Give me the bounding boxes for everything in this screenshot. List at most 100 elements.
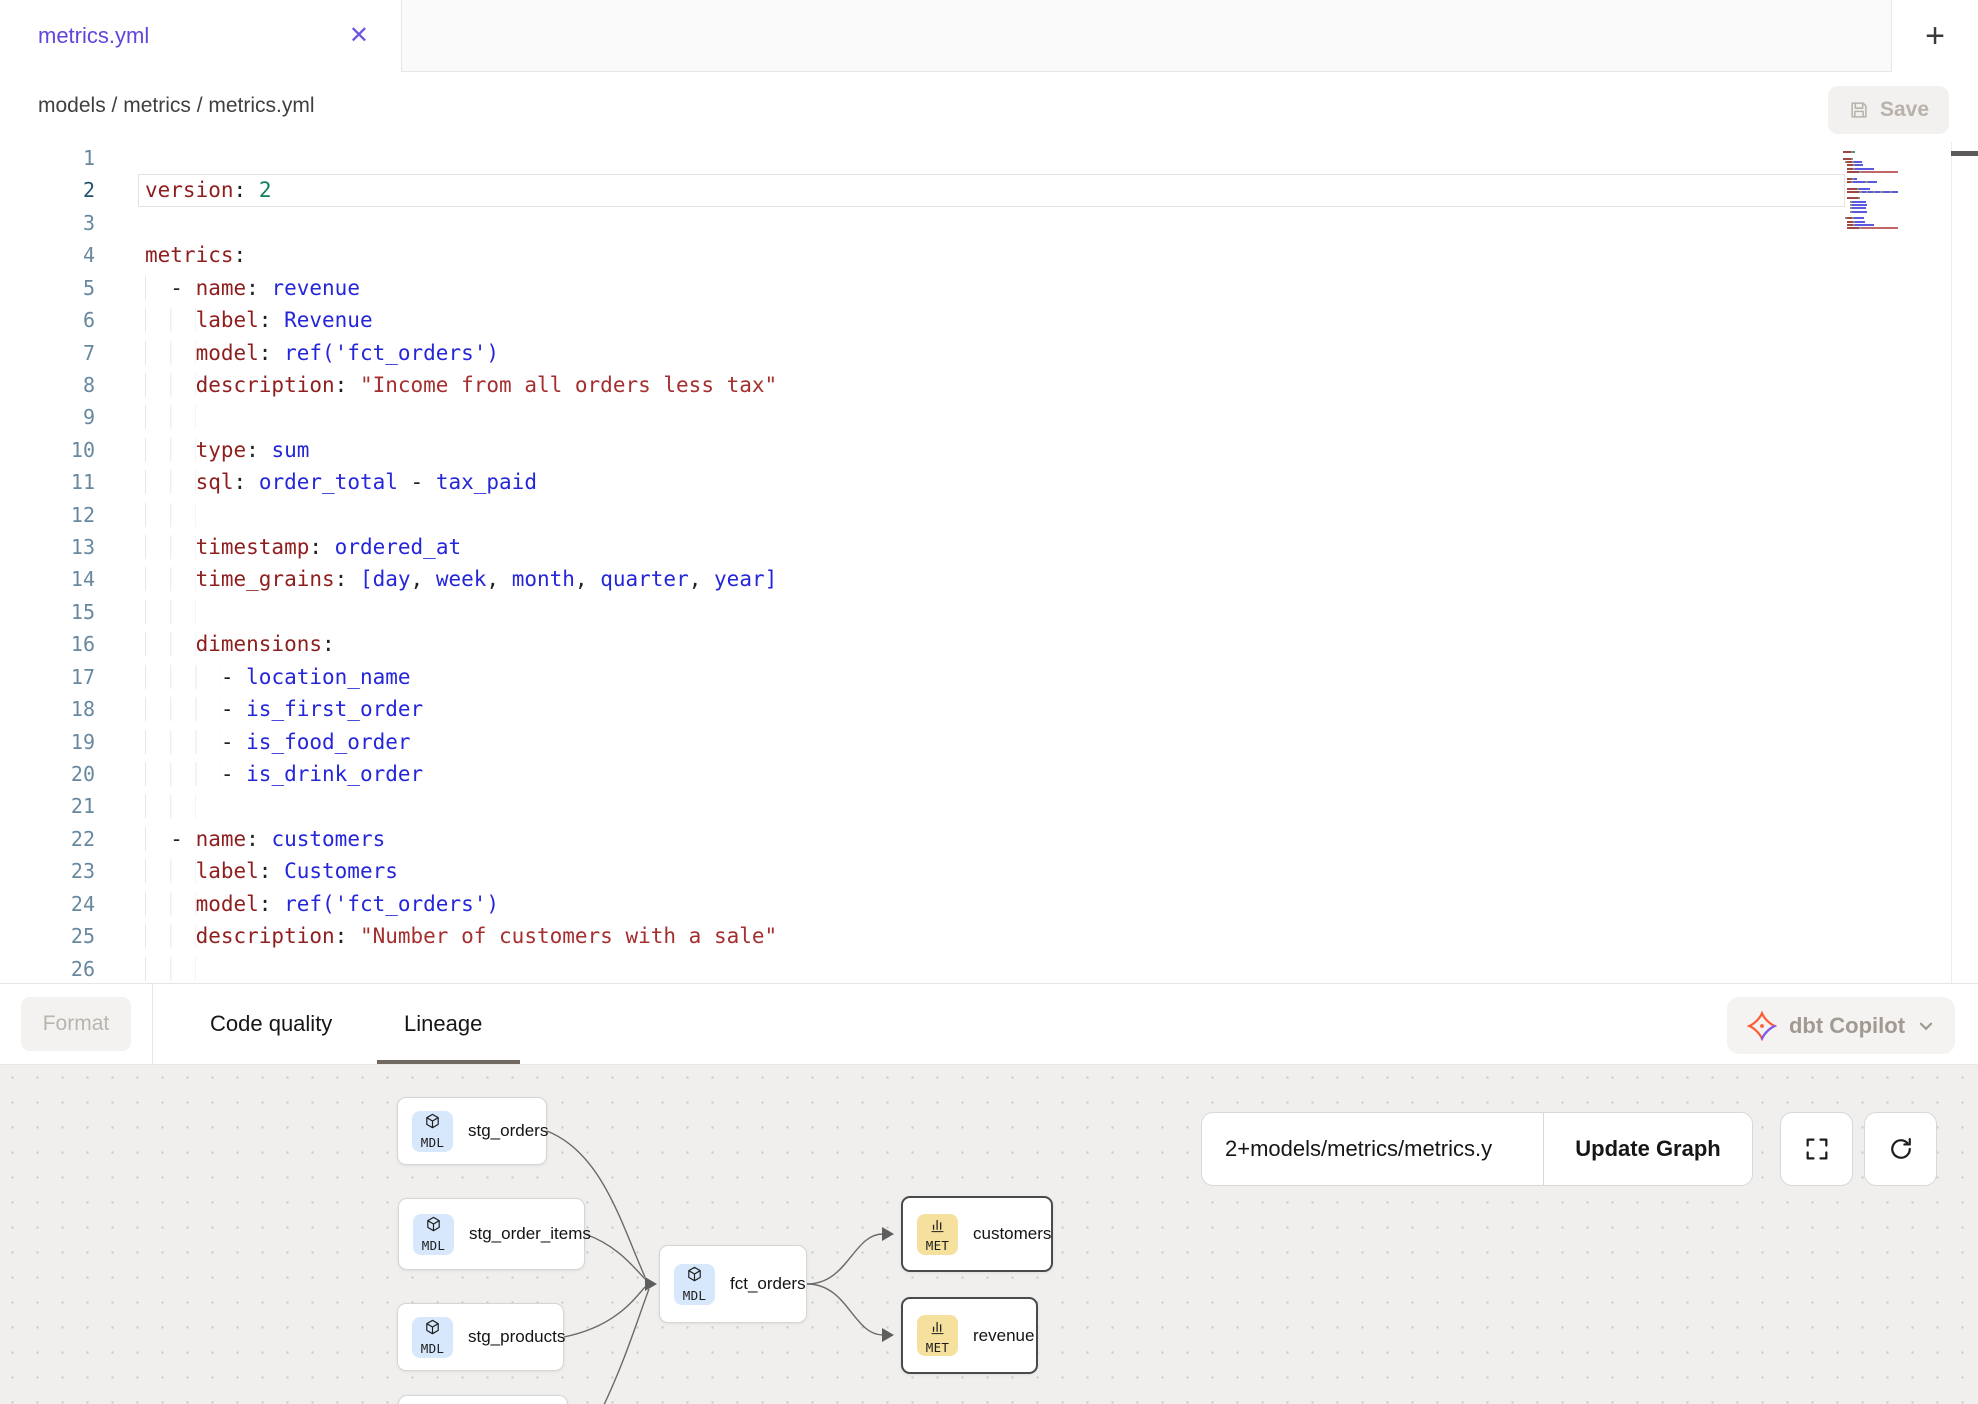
line-number: 12 — [0, 499, 95, 531]
code-line: - name: revenue — [145, 272, 777, 304]
minimap[interactable] — [1843, 148, 1901, 234]
line-number: 9 — [0, 401, 95, 433]
line-number: 24 — [0, 888, 95, 920]
edge-stg-products-fct-orders — [564, 1287, 645, 1337]
code-line: version: 2 — [145, 174, 777, 206]
line-number: 8 — [0, 369, 95, 401]
active-tab-underline — [377, 1060, 520, 1064]
node-label: customers — [973, 1224, 1051, 1244]
lineage-node-fct_orders[interactable]: MDL fct_orders — [659, 1245, 807, 1323]
node-label: stg_orders — [468, 1121, 548, 1141]
tab-metrics-yml[interactable]: metrics.yml ✕ — [0, 0, 402, 72]
badge-kind-label: MDL — [422, 1240, 445, 1253]
code-line: label: Customers — [145, 855, 777, 887]
code-line: - name: customers — [145, 823, 777, 855]
lineage-node-stg_order_items[interactable]: MDLstg_order_items — [398, 1198, 585, 1270]
tab-bar: metrics.yml ✕ + — [0, 0, 1978, 72]
code-line: - is_food_order — [145, 726, 777, 758]
line-number: 14 — [0, 563, 95, 595]
code-lines: version: 2 metrics: - name: revenue label… — [145, 142, 777, 983]
cube-icon — [424, 1215, 443, 1239]
fullscreen-button[interactable] — [1780, 1112, 1853, 1186]
cube-icon — [685, 1265, 704, 1289]
code-line: description: "Number of customers with a… — [145, 920, 777, 952]
code-line: - location_name — [145, 661, 777, 693]
lineage-node-stg_products[interactable]: MDL stg_products — [397, 1303, 564, 1371]
code-line: timestamp: ordered_at — [145, 531, 777, 563]
badge-kind-label: MET — [926, 1240, 949, 1253]
line-number: 3 — [0, 207, 95, 239]
code-line — [145, 207, 777, 239]
badge-kind-label: MDL — [421, 1343, 444, 1356]
code-line — [145, 596, 777, 628]
code-line: model: ref('fct_orders') — [145, 888, 777, 920]
path-bar: models / metrics / metrics.yml Save — [0, 72, 1978, 142]
lineage-node-revenue[interactable]: METrevenue — [901, 1297, 1038, 1374]
line-number: 19 — [0, 726, 95, 758]
fullscreen-icon — [1803, 1135, 1831, 1163]
edge-bottom-node-fct-orders — [599, 1289, 649, 1404]
model-badge: MDL — [412, 1317, 453, 1358]
line-number: 13 — [0, 531, 95, 563]
lineage-node-customers[interactable]: MET customers — [901, 1196, 1053, 1272]
code-line — [145, 953, 777, 983]
badge-kind-label: MDL — [421, 1137, 444, 1150]
lineage-filter-input[interactable] — [1202, 1113, 1543, 1185]
tab-bar-empty-area — [402, 0, 1892, 72]
lineage-canvas[interactable]: MDLstg_ordersMDLstg_order_itemsMDLstg_pr… — [0, 1065, 1978, 1404]
new-tab-area: + — [1892, 0, 1978, 72]
update-graph-button[interactable]: Update Graph — [1544, 1113, 1752, 1185]
gutter: 1234567891011121314151617181920212223242… — [0, 142, 95, 983]
line-number: 25 — [0, 920, 95, 952]
badge-kind-label: MET — [926, 1342, 949, 1355]
graph-controls: Update Graph — [1201, 1112, 1753, 1186]
new-tab-icon[interactable]: + — [1925, 19, 1945, 53]
code-line: time_grains: [day, week, month, quarter,… — [145, 563, 777, 595]
node-label: fct_orders — [730, 1274, 806, 1294]
close-tab-icon[interactable]: ✕ — [349, 24, 369, 48]
line-number: 1 — [0, 142, 95, 174]
dbt-copilot-button[interactable]: dbt Copilot — [1727, 997, 1955, 1054]
code-line: model: ref('fct_orders') — [145, 337, 777, 369]
code-line: dimensions: — [145, 628, 777, 660]
model-badge: MDL — [413, 1214, 454, 1255]
bar-chart-icon — [928, 1317, 947, 1341]
line-number: 23 — [0, 855, 95, 887]
tab-code-quality[interactable]: Code quality — [210, 984, 332, 1064]
line-number: 20 — [0, 758, 95, 790]
overview-ruler — [1951, 142, 1952, 983]
line-number: 2 — [0, 174, 95, 206]
edge-fct-orders-customers — [807, 1234, 883, 1284]
lineage-node-partial[interactable] — [398, 1395, 568, 1404]
node-label: stg_order_items — [469, 1224, 591, 1244]
line-number: 6 — [0, 304, 95, 336]
node-label: stg_products — [468, 1327, 565, 1347]
line-number: 17 — [0, 661, 95, 693]
code-line: type: sum — [145, 434, 777, 466]
bar-chart-icon — [928, 1215, 947, 1239]
line-number: 22 — [0, 823, 95, 855]
save-button[interactable]: Save — [1828, 86, 1949, 134]
tab-lineage[interactable]: Lineage — [404, 984, 482, 1064]
tab-label: metrics.yml — [38, 23, 149, 49]
code-line: label: Revenue — [145, 304, 777, 336]
code-line: sql: order_total - tax_paid — [145, 466, 777, 498]
code-line — [145, 401, 777, 433]
code-line: - is_first_order — [145, 693, 777, 725]
line-number: 11 — [0, 466, 95, 498]
lineage-node-stg_orders[interactable]: MDL stg_orders — [397, 1097, 547, 1165]
breadcrumb: models / metrics / metrics.yml — [38, 94, 315, 118]
code-line: metrics: — [145, 239, 777, 271]
line-number: 16 — [0, 628, 95, 660]
code-editor[interactable]: 1234567891011121314151617181920212223242… — [0, 142, 1978, 983]
code-line: - is_drink_order — [145, 758, 777, 790]
line-number: 7 — [0, 337, 95, 369]
edge-fct-orders-revenue — [807, 1284, 883, 1335]
cube-icon — [423, 1112, 442, 1136]
refresh-button[interactable] — [1864, 1112, 1937, 1186]
chevron-down-icon — [1917, 1017, 1935, 1035]
badge-kind-label: MDL — [683, 1290, 706, 1303]
format-button[interactable]: Format — [21, 997, 131, 1051]
ide-window: metrics.yml ✕ + models / metrics / metri… — [0, 0, 1978, 1404]
code-line — [145, 142, 777, 174]
